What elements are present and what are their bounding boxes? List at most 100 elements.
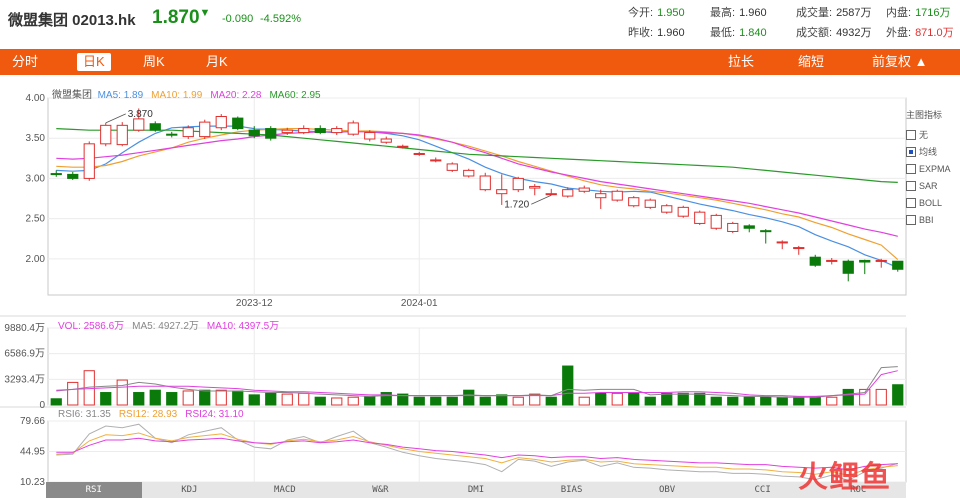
candle-body (727, 222, 739, 232)
volume-bar (644, 396, 656, 406)
volume-bar (694, 392, 706, 406)
candlestick (760, 229, 772, 244)
legend-series-name: MA5 (97, 90, 119, 101)
candle-body (496, 189, 508, 195)
candle-body (661, 205, 673, 213)
indicator-option-label: EXPMA (919, 163, 951, 174)
indicator-option[interactable]: BOLL (906, 194, 960, 211)
volume-bar (215, 389, 227, 406)
y-tick-label: 10.23 (20, 477, 45, 488)
indicator-tab-dmi[interactable]: DMI (428, 482, 524, 498)
indicator-tab-bias[interactable]: BIAS (524, 482, 620, 498)
indicator-option[interactable]: SAR (906, 177, 960, 194)
candlestick (578, 185, 590, 193)
volume-bar (677, 392, 689, 406)
volume-bar (50, 398, 62, 406)
volume-bar (248, 394, 260, 406)
volume-bar (760, 396, 772, 406)
candle-body (83, 143, 95, 179)
candle-body (545, 193, 557, 196)
candle-body (232, 117, 244, 130)
checkbox-icon[interactable] (906, 129, 916, 140)
candlestick (446, 162, 458, 172)
legend-series-name: VOL (58, 321, 79, 332)
candle-body (248, 129, 260, 137)
ma-line-ma20 (56, 131, 898, 237)
indicator-option[interactable]: 均线 (906, 143, 960, 160)
candlestick (413, 151, 425, 156)
candle-body (67, 173, 79, 179)
candle-body (826, 259, 838, 262)
indicator-option[interactable]: 无 (906, 126, 960, 143)
y-tick-label: 79.66 (20, 416, 45, 427)
candlestick (875, 258, 887, 268)
volume-bar (578, 396, 590, 406)
candlestick (166, 131, 178, 138)
indicator-option[interactable]: EXPMA (906, 160, 960, 177)
y-tick-label: 3.00 (26, 173, 46, 184)
candle-body (595, 193, 607, 199)
candlestick (182, 125, 194, 140)
volume-bar (496, 394, 508, 406)
legend-series-name: RSI6 (58, 409, 81, 420)
rsi-line-rsi6 (56, 423, 898, 481)
candle-body (463, 169, 475, 177)
legend-entry: MA10: 4397.5万 (207, 321, 279, 332)
indicator-tab-macd[interactable]: MACD (237, 482, 333, 498)
candle-body (743, 225, 755, 229)
indicator-tab-obv[interactable]: OBV (619, 482, 715, 498)
rsi-line-rsi24 (56, 437, 898, 471)
indicator-tab-kdj[interactable]: KDJ (142, 482, 238, 498)
volume-bar (116, 379, 128, 406)
candle-body (215, 115, 227, 129)
checkbox-icon[interactable] (906, 214, 916, 225)
candle-body (50, 173, 62, 176)
candlestick (380, 136, 392, 144)
legend-entry: MA20: 2.28 (210, 90, 261, 101)
volume-bar (743, 396, 755, 406)
indicator-tab-rsi[interactable]: RSI (46, 482, 142, 498)
y-tick-label: 2.00 (26, 254, 46, 265)
volume-bar (100, 392, 112, 406)
candlestick (215, 114, 227, 131)
candle-body (281, 129, 293, 134)
candle-body (710, 214, 722, 229)
candle-body (760, 230, 772, 233)
volume-bar (281, 393, 293, 406)
checkbox-icon[interactable] (906, 146, 916, 157)
watermark-logo: 火鲤鱼 (798, 461, 891, 494)
candlestick (545, 188, 557, 196)
indicator-tab-wr[interactable]: W&R (333, 482, 429, 498)
checkbox-icon[interactable] (906, 197, 916, 208)
checkbox-icon[interactable] (906, 180, 916, 191)
candle-body (149, 123, 161, 131)
indicator-tab-bar: RSI KDJ MACD W&R DMI BIAS OBV CCI ROC (46, 482, 906, 498)
candle-body (562, 189, 574, 197)
indicator-tab-cci[interactable]: CCI (715, 482, 811, 498)
volume-bar (545, 396, 557, 406)
legend-series-name: MA60 (269, 90, 296, 101)
candle-body (611, 190, 623, 201)
candle-body (116, 124, 128, 146)
volume-bar (199, 389, 211, 406)
volume-bar (413, 396, 425, 406)
checkbox-icon[interactable] (906, 163, 916, 174)
volume-bar (842, 388, 854, 406)
volume-bar (479, 396, 491, 406)
candle-body (529, 185, 541, 189)
volume-bar (826, 396, 838, 406)
legend-series-value: 2.95 (301, 90, 321, 101)
volume-bar (727, 396, 739, 406)
indicator-option[interactable]: BBI (906, 211, 960, 228)
candlestick (644, 198, 656, 209)
candlestick (710, 213, 722, 230)
y-tick-label: 2.50 (26, 214, 46, 225)
candlestick (347, 120, 359, 136)
candlestick (892, 260, 904, 272)
indicator-option-label: 均线 (919, 146, 938, 157)
y-tick-label: 3293.4万 (4, 374, 45, 385)
legend-series-value: 1.99 (182, 90, 203, 101)
candle-body (694, 211, 706, 224)
ma-line-ma60 (56, 128, 898, 183)
candle-body (182, 127, 194, 138)
